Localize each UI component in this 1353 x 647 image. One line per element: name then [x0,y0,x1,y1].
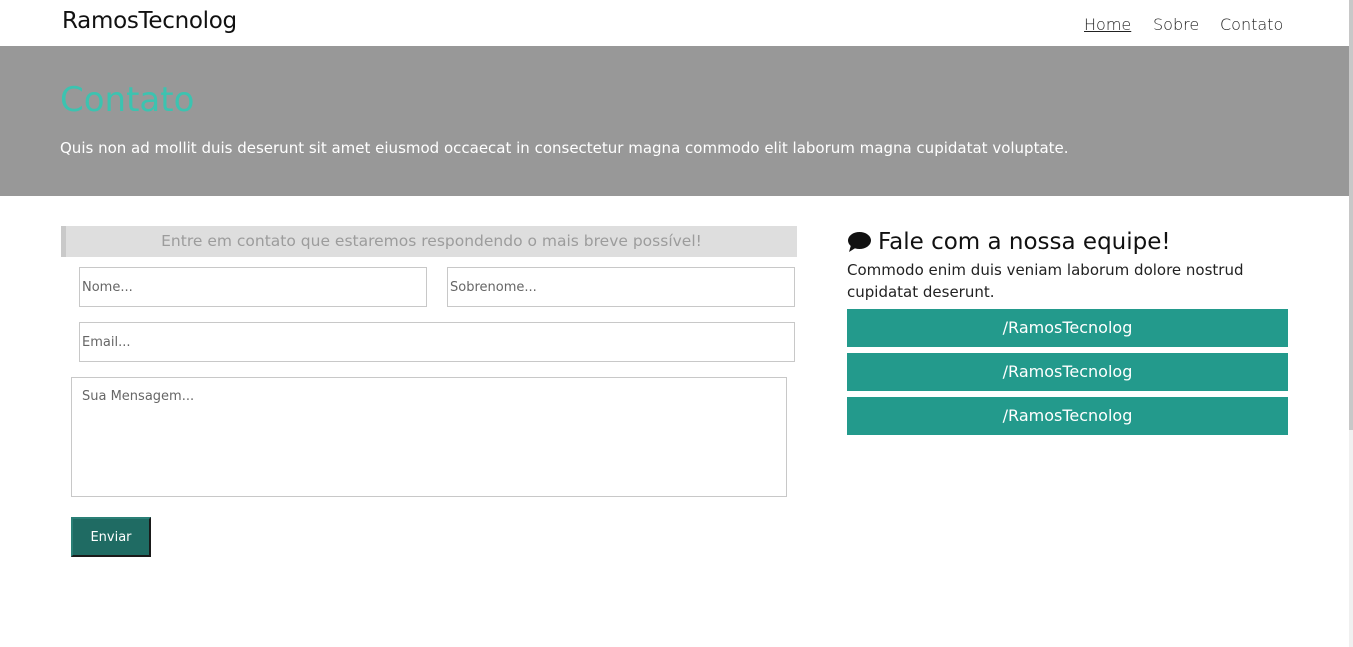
social-link-2[interactable]: /RamosTecnolog [847,353,1288,391]
navbar: RamosTecnolog Home Sobre Contato [0,0,1349,46]
comment-icon [847,231,872,253]
sidebar-title: Fale com a nossa equipe! [847,229,1171,255]
scrollbar-thumb[interactable] [1349,0,1353,430]
hero-banner: Contato Quis non ad mollit duis deserunt… [0,46,1349,196]
sidebar-description: Commodo enim duis veniam laborum dolore … [847,261,1244,301]
enviar-button[interactable]: Enviar [71,517,151,557]
mensagem-field[interactable] [71,377,787,497]
nav-item-sobre[interactable]: Sobre [1153,15,1199,34]
nome-field[interactable] [79,267,427,307]
nav-item-home[interactable]: Home [1084,15,1131,34]
nav-link-contato[interactable]: Contato [1220,15,1283,34]
hero-description: Quis non ad mollit duis deserunt sit ame… [60,139,1069,157]
social-link-1[interactable]: /RamosTecnolog [847,309,1288,347]
nav-link-home[interactable]: Home [1084,15,1131,34]
email-field[interactable] [79,322,795,362]
form-heading: Entre em contato que estaremos responden… [61,226,797,257]
nav-link-sobre[interactable]: Sobre [1153,15,1199,34]
sidebar-title-text: Fale com a nossa equipe! [878,229,1171,255]
nav-item-contato[interactable]: Contato [1220,15,1283,34]
page-scrollbar[interactable] [1349,0,1353,647]
brand-logo[interactable]: RamosTecnolog [62,8,237,34]
page-title: Contato [60,80,195,120]
social-link-3[interactable]: /RamosTecnolog [847,397,1288,435]
sobrenome-field[interactable] [447,267,795,307]
